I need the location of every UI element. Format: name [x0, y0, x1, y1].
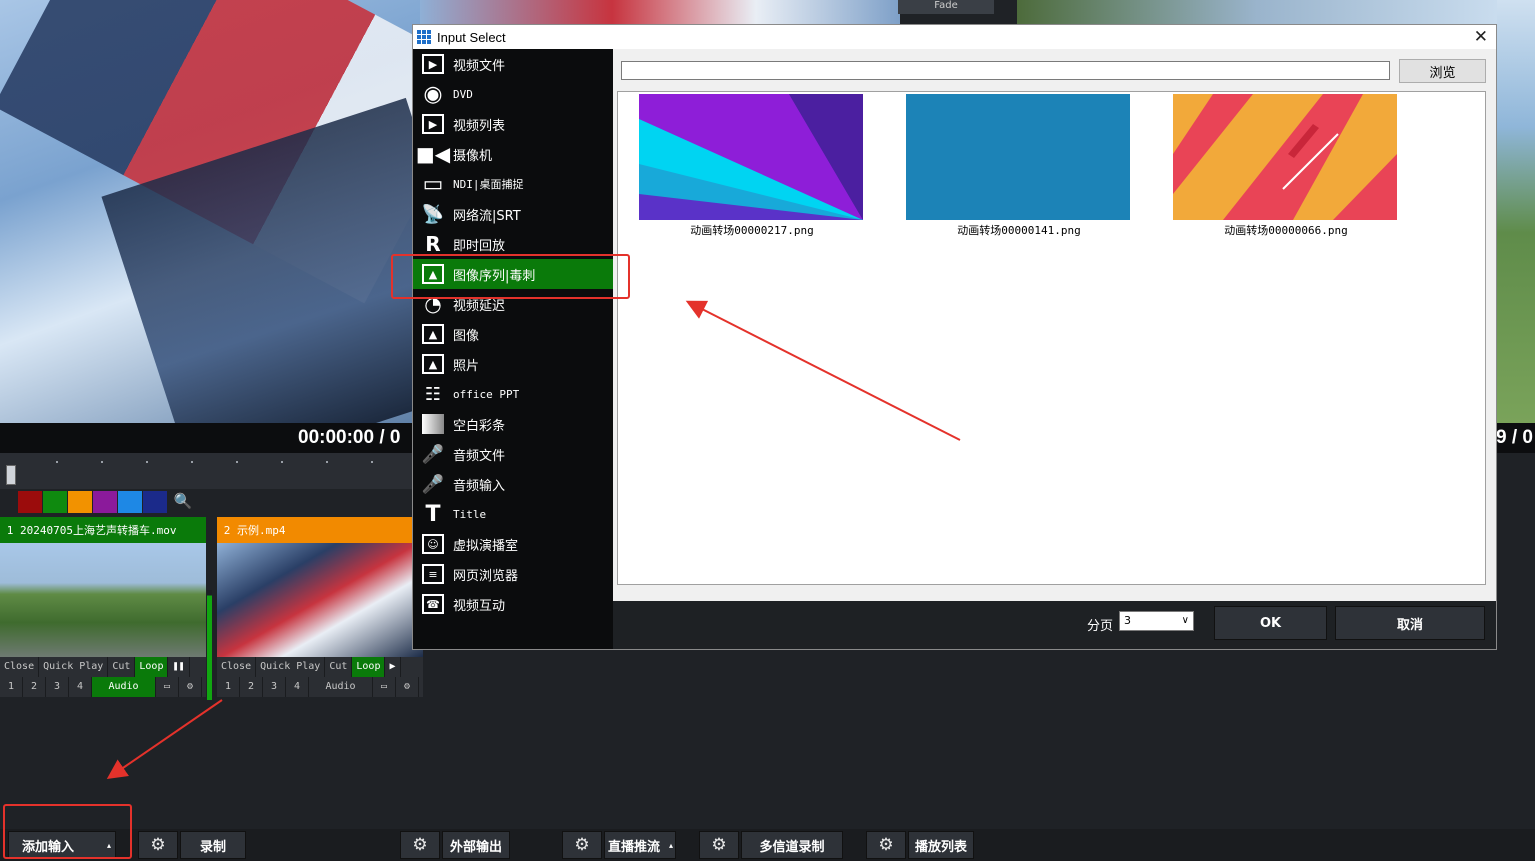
- vmix-workspace: Fade 00:00:00 / 0 9 / 0 🔍 1 20240705上海艺声…: [0, 0, 1535, 861]
- annotation-arrow: [106, 699, 223, 780]
- annotation-arrows: [106, 300, 961, 780]
- annotation-arrow: [685, 300, 961, 441]
